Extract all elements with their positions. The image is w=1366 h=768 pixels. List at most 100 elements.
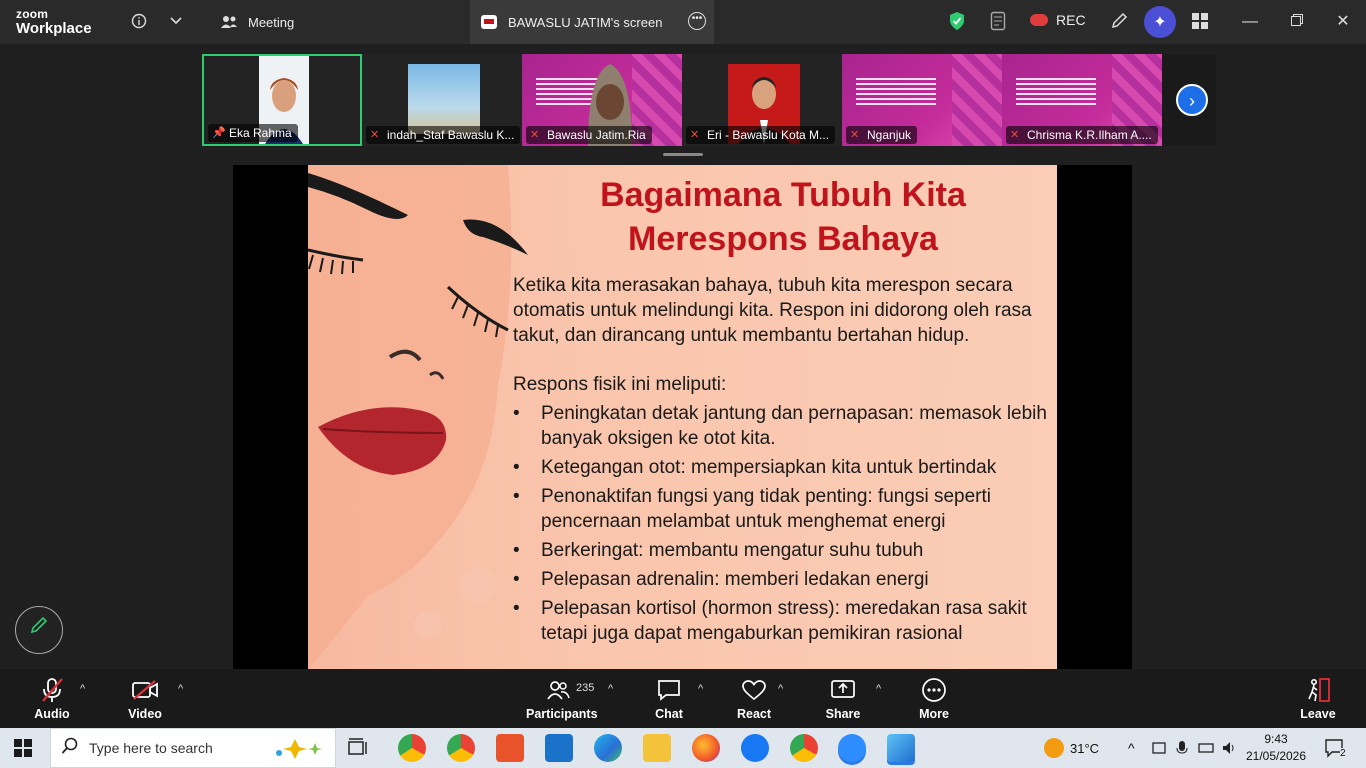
info-icon[interactable] [128,10,150,32]
presentation-slide: Bagaimana Tubuh Kita Merespons Bahaya Ke… [308,165,1057,669]
next-page-button[interactable]: › [1176,84,1208,116]
audio-options-caret[interactable]: ^ [80,683,85,695]
weather-widget[interactable]: 31°C [1044,728,1099,768]
participant-name: Nganjuk [867,128,912,142]
participant-name-tag: ✕ Eri - Bawaslu Kota M... [686,126,836,144]
chrome-icon[interactable] [447,734,475,762]
participant-name: Eri - Bawaslu Kota M... [707,128,830,142]
ai-companion-icon[interactable]: ✦ [1144,6,1176,38]
annotate-button[interactable] [15,606,63,654]
zoom-window: zoom Workplace Meeting BAWASLU JATIM's s… [0,0,1366,728]
participant-thumbnail[interactable]: ✕ Chrisma K.R.Ilham A.... [1002,54,1162,146]
mic-muted-icon [30,677,74,703]
tab-shared-screen[interactable]: BAWASLU JATIM's screen ••• [470,0,714,44]
minimize-icon[interactable]: — [1238,10,1262,34]
participants-options-caret[interactable]: ^ [608,683,613,695]
leave-label: Leave [1300,707,1336,721]
participant-name: indah_Staf Bawaslu K... [387,128,515,142]
zoom-taskbar-icon[interactable] [838,734,866,762]
slide-bullet-list: Peningkatan detak jantung dan pernapasan… [513,401,1048,646]
title-bar: zoom Workplace Meeting BAWASLU JATIM's s… [0,0,1366,44]
search-icon [61,737,79,760]
tab-meeting-label: Meeting [248,14,295,30]
shield-icon[interactable] [946,10,968,32]
microphone-icon[interactable] [1176,728,1188,768]
chrome-profile-icon[interactable] [790,734,818,762]
mic-muted-icon: ✕ [850,129,860,141]
slide-title-line1: Bagaimana Tubuh Kita [600,176,966,214]
participant-thumbnail[interactable]: ✕ Nganjuk [842,54,1002,146]
slide-bullet: Pelepasan kortisol (hormon stress): mere… [513,596,1048,646]
participant-name: Bawaslu Jatim.Ria [547,128,646,142]
close-icon[interactable]: ✕ [1331,10,1355,34]
notes-icon[interactable] [987,10,1009,32]
meeting-toolbar: Audio ^ Video ^ Participants 235 ^ Chat … [0,669,1366,728]
slide-title-line2: Merespons Bahaya [628,220,938,258]
audio-button[interactable]: Audio [30,677,74,721]
restore-icon[interactable] [1285,10,1309,34]
chevron-down-icon[interactable] [165,10,187,32]
participant-thumbnail[interactable]: ✕ indah_Staf Bawaslu K... [362,54,522,146]
system-clock[interactable]: 9:43 21/05/2026 [1236,731,1316,765]
slide-bullet: Pelepasan adrenalin: memberi ledakan ene… [513,567,1048,592]
tab-meeting[interactable]: Meeting [216,0,466,44]
participant-thumbnail[interactable]: 📌 Eka Rahma [202,54,362,146]
video-label: Video [128,707,162,721]
heart-icon [734,677,774,703]
chrome-icon[interactable] [398,734,426,762]
taskbar-search[interactable]: Type here to search [50,728,336,768]
outlook-icon[interactable] [545,734,573,762]
video-button[interactable]: Video [124,677,166,721]
participant-name-tag: 📌 Eka Rahma [208,124,298,142]
slide-bullet: Ketegangan otot: mempersiapkan kita untu… [513,455,1048,480]
photos-icon[interactable] [887,734,915,762]
network-icon[interactable] [1198,728,1214,768]
firefox-icon[interactable] [692,734,720,762]
participant-strip: 📌 Eka Rahma ✕ indah_Staf Bawaslu K... ✕ … [202,54,1216,146]
slide-body: Ketika kita merasakan bahaya, tubuh kita… [513,273,1048,650]
clock-time: 9:43 [1264,732,1288,746]
notifications-count: 2 [1340,747,1346,759]
chat-options-caret[interactable]: ^ [698,683,703,695]
pencil-icon[interactable] [1108,10,1130,32]
chat-button[interactable]: Chat [650,677,688,721]
notifications-icon[interactable]: 2 [1324,728,1346,768]
share-options-caret[interactable]: ^ [876,683,881,695]
file-explorer-icon[interactable] [643,734,671,762]
participant-video [408,64,480,134]
task-view-icon[interactable] [348,738,370,758]
windows-start-icon[interactable] [14,739,32,757]
weather-sun-icon [1044,738,1064,758]
chat-icon [650,677,688,703]
sparkle-icon [271,737,327,764]
participant-thumbnail[interactable]: ✕ Eri - Bawaslu Kota M... [682,54,842,146]
mic-muted-icon: ✕ [690,129,700,141]
react-options-caret[interactable]: ^ [778,683,783,695]
show-hidden-icons[interactable]: ^ [1128,728,1135,768]
participant-name: Eka Rahma [229,126,292,140]
resize-handle[interactable] [663,153,703,156]
pencil-icon [30,616,48,634]
share-button[interactable]: Share [824,677,862,721]
more-options-icon[interactable]: ••• [688,12,706,30]
powerpoint-icon[interactable] [496,734,524,762]
search-placeholder: Type here to search [89,740,213,756]
meet-now-icon[interactable] [1152,728,1166,768]
recording-indicator[interactable]: REC [1030,12,1086,28]
audio-label: Audio [34,707,70,721]
share-screen-icon [824,677,862,703]
participant-thumbnail[interactable]: ✕ Bawaslu Jatim.Ria [522,54,682,146]
share-label: Share [825,707,861,721]
weather-temp: 31°C [1070,740,1100,756]
more-button[interactable]: More [916,677,952,721]
facebook-icon[interactable] [741,734,769,762]
react-label: React [736,707,772,721]
apps-grid-icon[interactable] [1189,10,1211,32]
more-icon [916,677,952,703]
video-options-caret[interactable]: ^ [178,683,183,695]
participant-name-tag: ✕ Chrisma K.R.Ilham A.... [1006,126,1158,144]
participant-name: Chrisma K.R.Ilham A.... [1027,128,1152,142]
leave-button[interactable]: Leave [1300,677,1336,721]
edge-icon[interactable] [594,734,622,762]
react-button[interactable]: React [734,677,774,721]
